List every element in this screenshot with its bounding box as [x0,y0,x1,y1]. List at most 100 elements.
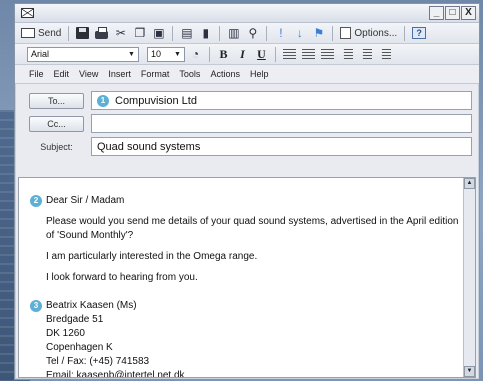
signature-name: Beatrix Kaasen (Ms) [46,300,137,311]
increase-indent-button[interactable] [376,46,393,63]
save-icon [76,27,90,39]
decrease-indent-button[interactable] [357,46,374,63]
cc-field[interactable] [91,114,472,133]
decrease-indent-icon [362,48,372,60]
save-button[interactable] [74,25,91,42]
increase-indent-icon [381,48,391,60]
align-center-button[interactable] [300,46,317,63]
font-select[interactable]: Arial ▼ [27,46,139,62]
message-text: 2 Dear Sir / Madam Please would you send… [30,194,460,378]
to-row: To... 1 Compuvision Ltd [20,90,474,111]
vertical-scrollbar[interactable]: ▲ ▼ [463,178,475,377]
callout-badge: 1 [97,94,109,107]
menu-actions[interactable]: Actions [206,67,244,81]
size-select[interactable]: 10 ▼ [147,46,185,62]
cut-button[interactable]: ✂ [112,25,129,42]
signature-line: 3 Beatrix Kaasen (Ms) [30,299,460,313]
check-names-icon: ⚲ [248,26,258,40]
envelope-icon [21,8,34,18]
check-names-button[interactable]: ⚲ [244,25,261,42]
maximize-button[interactable]: □ [445,6,460,20]
subject-label: Subject: [40,141,73,152]
greeting: Dear Sir / Madam [46,195,125,206]
to-button[interactable]: To... [29,92,84,109]
menu-edit[interactable]: Edit [50,67,74,81]
menu-view[interactable]: View [75,67,102,81]
menu-insert[interactable]: Insert [104,67,135,81]
menu-file[interactable]: File [25,67,48,81]
minimize-button[interactable]: _ [429,6,444,20]
bullets-icon [343,48,353,60]
to-field[interactable]: 1 Compuvision Ltd [91,91,472,110]
subject-field[interactable]: Quad sound systems [91,137,472,156]
print-icon [95,26,109,39]
importance-high-icon: ! [279,26,283,40]
copy-icon: ❐ [134,26,146,40]
book-button[interactable]: ▥ [225,25,242,42]
font-color-button[interactable]: ◔ [187,46,204,63]
italic-button[interactable]: I [234,46,251,63]
paragraph: I look forward to hearing from you. [46,272,198,283]
font-color-icon: ◔ [191,47,200,61]
importance-low-button[interactable]: ↓ [291,25,308,42]
options-button[interactable]: Options... [338,25,399,42]
compose-window: _ □ X Send ✂ ❐ ▣ ▤ ▮ ▥ ⚲ ! ↓ ⚑ Options..… [14,3,480,380]
paste-button[interactable]: ▣ [150,25,167,42]
attach-button[interactable]: ▮ [197,25,214,42]
menu-tools[interactable]: Tools [175,67,204,81]
bullets-button[interactable] [338,46,355,63]
align-right-button[interactable] [319,46,336,63]
send-button[interactable]: Send [19,25,63,42]
paragraph: Please would you send me details of your… [46,216,459,241]
align-center-icon [302,48,315,60]
title-bar: _ □ X [15,4,479,23]
address-book-icon: ▤ [181,26,193,40]
book-icon: ▥ [228,26,240,40]
signature-address: Bredgade 51 [46,314,104,325]
importance-high-button[interactable]: ! [272,25,289,42]
font-value: Arial [31,49,50,59]
send-label: Send [38,27,62,39]
bold-button[interactable]: B [215,46,232,63]
cc-row: Cc... [20,113,474,134]
scroll-down-icon[interactable]: ▼ [464,366,475,377]
standard-toolbar: Send ✂ ❐ ▣ ▤ ▮ ▥ ⚲ ! ↓ ⚑ Options... ? [15,23,479,44]
options-icon [340,27,352,39]
signature-email: Email: kaasenb@intertel.net.dk [46,370,185,378]
signature-postcode: DK 1260 [46,328,85,339]
help-button[interactable]: ? [410,25,428,42]
help-icon: ? [412,27,427,39]
attach-icon: ▮ [202,26,210,40]
paragraph: I am particularly interested in the Omeg… [46,251,258,262]
flag-icon: ⚑ [313,26,325,40]
cut-icon: ✂ [115,26,126,40]
signature-city: Copenhagen K [46,342,113,353]
menu-help[interactable]: Help [246,67,273,81]
align-left-icon [283,48,296,60]
chevron-down-icon: ▼ [128,50,135,58]
close-button[interactable]: X [461,6,476,20]
copy-button[interactable]: ❐ [131,25,148,42]
scroll-up-icon[interactable]: ▲ [464,178,475,189]
to-value: Compuvision Ltd [115,94,197,107]
cc-button[interactable]: Cc... [29,115,84,132]
paste-icon: ▣ [153,26,165,40]
align-left-button[interactable] [281,46,298,63]
address-book-button[interactable]: ▤ [178,25,195,42]
underline-button[interactable]: U [253,46,270,63]
callout-badge: 3 [30,300,42,312]
address-fields: To... 1 Compuvision Ltd Cc... Subject: Q… [15,84,479,157]
message-body[interactable]: 2 Dear Sir / Madam Please would you send… [18,177,476,378]
formatting-toolbar: Arial ▼ 10 ▼ ◔ B I U [15,44,479,65]
send-icon [21,28,35,38]
callout-badge: 2 [30,195,42,207]
chevron-down-icon: ▼ [174,50,181,58]
importance-low-icon: ↓ [296,26,303,40]
menu-format[interactable]: Format [137,67,174,81]
window-controls: _ □ X [429,6,476,20]
options-label: Options... [354,27,398,39]
print-button[interactable] [93,25,110,42]
subject-row: Subject: Quad sound systems [20,136,474,157]
flag-button[interactable]: ⚑ [310,25,327,42]
size-value: 10 [151,49,162,59]
